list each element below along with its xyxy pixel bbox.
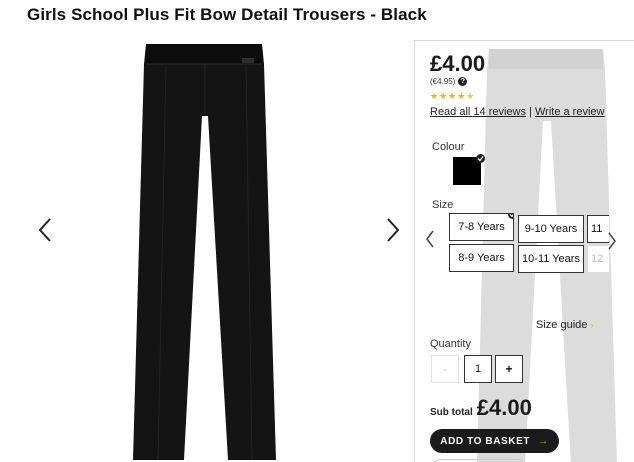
size-option-8-9-years[interactable]: 8-9 Years (449, 244, 514, 272)
read-reviews-link[interactable]: Read all 14 reviews (430, 106, 526, 118)
colour-label: Colour (432, 141, 465, 153)
help-icon[interactable]: ? (458, 77, 468, 86)
add-to-basket-button[interactable]: ADD TO BASKET → (430, 429, 559, 453)
chevron-right-icon: › (590, 320, 594, 330)
chevron-left-icon (38, 218, 51, 242)
size-prev-button[interactable] (423, 227, 437, 251)
quantity-decrease-button[interactable]: - (431, 355, 459, 383)
write-review-link[interactable]: Write a review (535, 106, 604, 118)
gallery-next-button[interactable] (381, 213, 405, 247)
subtotal-value: £4.00 (476, 395, 532, 420)
review-separator: | (529, 106, 532, 118)
arrow-right-icon: → (538, 435, 549, 447)
size-option-label: 12 (591, 253, 604, 265)
size-guide-label: Size guide (536, 319, 588, 331)
chevron-left-icon (426, 230, 434, 248)
size-option-label: 7-8 Years (458, 221, 505, 233)
product-details-panel: £4.00 (€4.95) ? ★★★★★ Read all 14 review… (414, 40, 634, 462)
colour-swatch-black[interactable] (453, 154, 485, 185)
size-guide-link[interactable]: Size guide › (536, 319, 593, 331)
chevron-right-icon (608, 232, 616, 250)
check-icon (508, 214, 513, 219)
size-option-label: 8-9 Years (458, 252, 505, 264)
price: £4.00 (430, 51, 486, 76)
product-gallery (0, 40, 412, 462)
quantity-label: Quantity (430, 338, 471, 350)
size-next-button[interactable] (605, 229, 619, 253)
gallery-prev-button[interactable] (33, 213, 57, 247)
size-option-10-11-years[interactable]: 10-11 Years (518, 245, 584, 273)
size-option-label: 10-11 Years (522, 253, 580, 265)
quantity-increase-button[interactable]: + (495, 355, 523, 383)
quantity-input[interactable]: 1 (464, 355, 492, 383)
chevron-right-icon (387, 218, 400, 242)
product-image (133, 44, 276, 461)
price-alt-currency: (€4.95) ? (430, 77, 468, 86)
size-option-9-10-years[interactable]: 9-10 Years (518, 215, 584, 243)
page-title: Girls School Plus Fit Bow Detail Trouser… (27, 5, 427, 24)
price-alt-value: (€4.95) (430, 77, 456, 86)
review-links: Read all 14 reviews | Write a review (430, 106, 604, 118)
subtotal-label: Sub total (430, 407, 473, 418)
size-option-label: 9-10 Years (524, 223, 578, 235)
size-option-7-8-years[interactable]: 7-8 Years (449, 213, 514, 241)
half-star-icon: ★ (466, 91, 476, 101)
check-icon (476, 154, 485, 163)
rating-stars: ★★★★★ (430, 91, 475, 102)
add-to-basket-label: ADD TO BASKET (440, 435, 531, 447)
subtotal: Sub total £4.00 (430, 395, 532, 421)
size-option-label: 11 (591, 223, 603, 235)
size-label: Size (432, 199, 454, 211)
star-icon: ★★★★ (430, 91, 467, 101)
